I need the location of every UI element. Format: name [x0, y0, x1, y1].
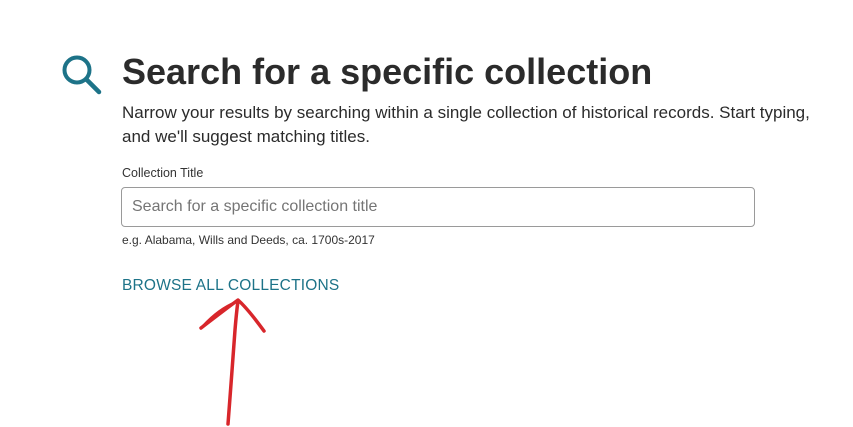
collection-title-hint: e.g. Alabama, Wills and Deeds, ca. 1700s…: [122, 233, 375, 247]
search-icon: [62, 55, 102, 95]
page-title: Search for a specific collection: [122, 51, 653, 92]
page-description: Narrow your results by searching within …: [122, 103, 810, 146]
browse-all-collections-link[interactable]: BROWSE ALL COLLECTIONS: [122, 276, 339, 296]
collection-title-label: Collection Title: [122, 166, 204, 180]
collection-title-search-input[interactable]: [121, 187, 755, 227]
